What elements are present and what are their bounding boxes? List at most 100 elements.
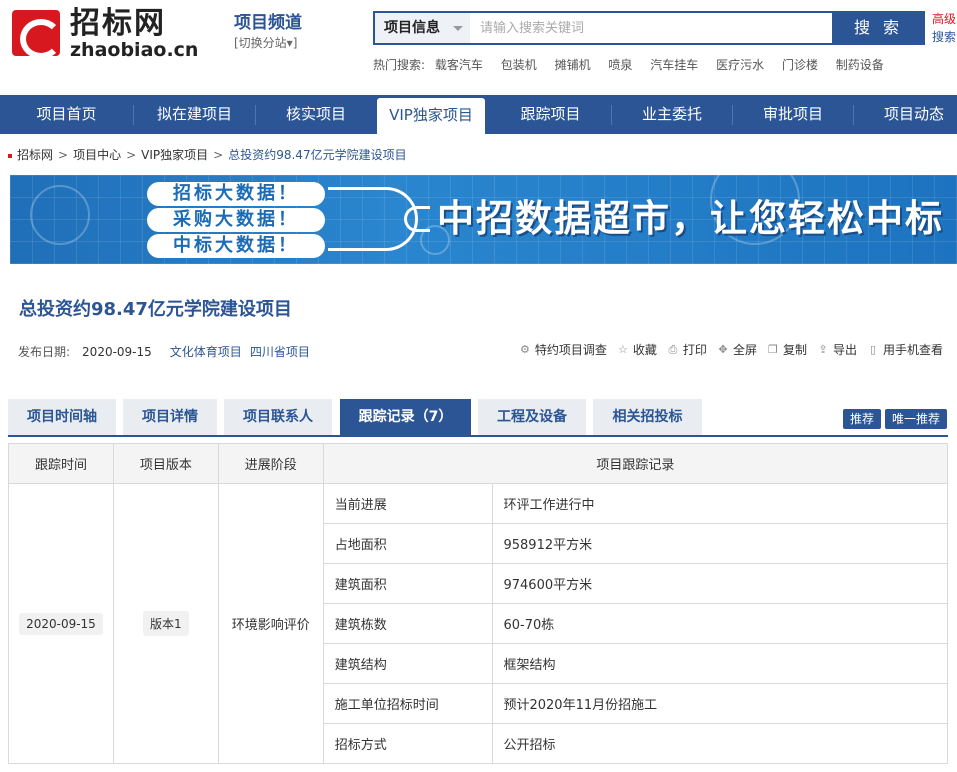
hot-search-item[interactable]: 汽车挂车 xyxy=(650,58,698,72)
advanced-search-label-1: 高级 xyxy=(932,12,957,26)
publish-date: 2020-09-15 xyxy=(82,345,152,359)
site-header: 招标网 zhaobiao.cn 项目频道 [切换分站▾] 项目信息 搜 索 高级… xyxy=(0,0,957,95)
unique-recommend-button[interactable]: 唯一推荐 xyxy=(884,409,947,429)
banner-hook-shape xyxy=(404,206,430,232)
search-category-select[interactable]: 项目信息 xyxy=(375,13,470,43)
hot-search-item[interactable]: 制药设备 xyxy=(836,58,884,72)
nav-item-verified[interactable]: 核实项目 xyxy=(256,95,376,134)
project-tag-link[interactable]: 文化体育项目 xyxy=(170,345,242,359)
tool-label: 打印 xyxy=(682,343,707,357)
tool-label: 用手机查看 xyxy=(882,343,943,357)
survey-icon: ⚙ xyxy=(519,342,530,356)
project-meta: 发布日期: 2020-09-15 文化体育项目 四川省项目 xyxy=(18,343,310,360)
version-badge: 版本1 xyxy=(143,611,189,636)
nav-item-planned[interactable]: 拟在建项目 xyxy=(134,95,255,134)
tab-contacts[interactable]: 项目联系人 xyxy=(224,399,332,435)
switch-station-link[interactable]: [切换分站▾] xyxy=(234,34,302,52)
nav-item-news[interactable]: 项目动态 xyxy=(854,95,957,134)
record-key: 建筑结构 xyxy=(322,643,494,684)
fullscreen-icon: ✥ xyxy=(718,342,728,356)
banner-pill: 中标大数据！ xyxy=(147,234,325,258)
survey-button[interactable]: ⚙ 特约项目调查 xyxy=(519,341,607,358)
tool-label: 收藏 xyxy=(632,343,657,357)
breadcrumb-separator: > xyxy=(58,148,69,162)
toolbar: ⚙ 特约项目调查 ☆ 收藏 ⎙ 打印 ✥ 全屏 ❐ 复制 ⇪ 导出 ▯ 用手机查看 xyxy=(519,341,943,358)
tool-label: 导出 xyxy=(832,343,857,357)
promo-banner[interactable]: 招标大数据！ 采购大数据！ 中标大数据！ 中招数据超市，让您轻松中标 xyxy=(10,175,957,264)
nav-item-owner-commission[interactable]: 业主委托 xyxy=(612,95,732,134)
detail-tabs: 项目时间轴 项目详情 项目联系人 跟踪记录（7） 工程及设备 相关招投标 xyxy=(8,399,948,437)
record-key: 占地面积 xyxy=(322,523,494,564)
print-button[interactable]: ⎙ 打印 xyxy=(667,341,707,358)
hot-search: 热门搜索: 载客汽车 包装机 摊铺机 喷泉 汽车挂车 医疗污水 门诊楼 制药设备 xyxy=(373,56,898,73)
record-key: 招标方式 xyxy=(322,723,494,764)
tool-label: 特约项目调查 xyxy=(534,343,607,357)
search-button[interactable]: 搜 索 xyxy=(832,11,925,45)
mobile-view-button[interactable]: ▯ 用手机查看 xyxy=(867,341,943,358)
nav-item-tracking[interactable]: 跟踪项目 xyxy=(490,95,611,134)
channel-block: 项目频道 [切换分站▾] xyxy=(234,12,302,52)
mobile-icon: ▯ xyxy=(869,342,877,356)
nav-item-vip[interactable]: VIP独家项目 xyxy=(377,98,485,134)
banner-slogan: 中招数据超市，让您轻松中标 xyxy=(437,197,944,240)
breadcrumb-separator: > xyxy=(213,148,224,162)
copy-icon: ❐ xyxy=(768,342,778,356)
record-value: 974600平方米 xyxy=(492,563,948,604)
tab-tracking-records[interactable]: 跟踪记录（7） xyxy=(340,399,471,435)
table-row: 2020-09-15 版本1 环境影响评价 当前进展 环评工作进行中 xyxy=(8,483,948,764)
export-icon: ⇪ xyxy=(818,342,828,356)
hot-search-item[interactable]: 门诊楼 xyxy=(782,58,818,72)
hot-search-item[interactable]: 医疗污水 xyxy=(716,58,764,72)
tracking-table: 跟踪时间 项目版本 进展阶段 项目跟踪记录 2020-09-15 版本1 环境影… xyxy=(8,443,949,764)
recommend-button[interactable]: 推荐 xyxy=(842,409,881,429)
record-value: 环评工作进行中 xyxy=(492,483,948,524)
column-header: 项目跟踪记录 xyxy=(322,443,949,484)
tool-label: 全屏 xyxy=(732,343,757,357)
nav-item-approval[interactable]: 审批项目 xyxy=(733,95,853,134)
version-cell: 版本1 xyxy=(112,483,219,764)
project-tag-link[interactable]: 四川省项目 xyxy=(250,345,310,359)
record-value: 60-70栋 xyxy=(492,603,948,644)
stage-cell: 环境影响评价 xyxy=(217,483,324,764)
breadcrumb-link[interactable]: 项目中心 xyxy=(73,148,121,162)
search-bar: 项目信息 搜 索 xyxy=(373,11,925,45)
breadcrumb: 招标网 > 项目中心 > VIP独家项目 > 总投资约98.47亿元学院建设项目 xyxy=(8,146,407,163)
hot-search-item[interactable]: 摊铺机 xyxy=(555,58,591,72)
nav-item-home[interactable]: 项目首页 xyxy=(0,95,133,134)
search-input[interactable] xyxy=(470,13,832,43)
record-key: 施工单位招标时间 xyxy=(322,683,494,724)
hot-search-item[interactable]: 喷泉 xyxy=(608,58,632,72)
record-value: 958912平方米 xyxy=(492,523,948,564)
tool-label: 复制 xyxy=(782,343,807,357)
hot-search-item[interactable]: 包装机 xyxy=(501,58,537,72)
breadcrumb-link[interactable]: VIP独家项目 xyxy=(141,148,208,162)
tab-details[interactable]: 项目详情 xyxy=(123,399,217,435)
breadcrumb-link[interactable]: 招标网 xyxy=(17,148,53,162)
copy-button[interactable]: ❐ 复制 xyxy=(767,341,807,358)
hot-search-label: 热门搜索: xyxy=(373,58,426,72)
tab-timeline[interactable]: 项目时间轴 xyxy=(8,399,116,435)
advanced-search-link[interactable]: 高级 搜索 xyxy=(932,10,957,46)
column-header: 项目版本 xyxy=(112,443,219,484)
banner-pill: 采购大数据！ xyxy=(147,208,325,232)
column-header: 跟踪时间 xyxy=(8,443,114,484)
bullet-icon xyxy=(8,153,12,158)
track-date-cell: 2020-09-15 xyxy=(8,483,114,764)
tab-engineering-equipment[interactable]: 工程及设备 xyxy=(478,399,586,435)
hot-search-item[interactable]: 载客汽车 xyxy=(435,58,483,72)
print-icon: ⎙ xyxy=(668,342,678,356)
export-button[interactable]: ⇪ 导出 xyxy=(817,341,857,358)
banner-decoration xyxy=(30,185,90,245)
chevron-down-icon xyxy=(453,26,463,31)
breadcrumb-separator: > xyxy=(126,148,137,162)
fullscreen-button[interactable]: ✥ 全屏 xyxy=(717,341,757,358)
track-date: 2020-09-15 xyxy=(19,612,103,635)
record-key: 建筑面积 xyxy=(322,563,494,604)
site-logo[interactable]: 招标网 zhaobiao.cn xyxy=(12,8,198,60)
favorite-button[interactable]: ☆ 收藏 xyxy=(617,341,657,358)
recommend-buttons: 推荐 唯一推荐 xyxy=(842,409,947,429)
record-value: 公开招标 xyxy=(492,723,948,764)
record-key: 当前进展 xyxy=(322,483,494,524)
tab-related-bids[interactable]: 相关招投标 xyxy=(593,399,702,435)
breadcrumb-current: 总投资约98.47亿元学院建设项目 xyxy=(228,148,407,162)
